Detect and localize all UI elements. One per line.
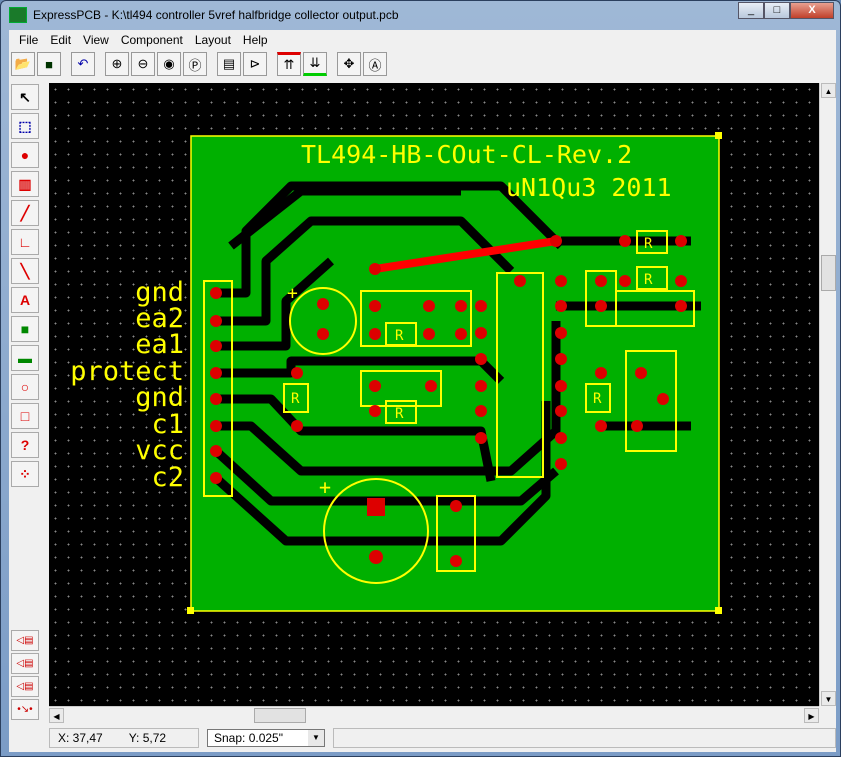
scroll-right-icon[interactable]: ▶: [804, 708, 819, 723]
place-shape-icon[interactable]: ▬: [11, 345, 39, 371]
board-title: TL494-HB-COut-CL-Rev.2: [301, 140, 632, 169]
x-coordinate: X: 37,47: [58, 731, 103, 745]
svg-text:R: R: [593, 391, 602, 407]
layer-toolbar: ◁▤ ◁▤ ◁▤ •↘•: [11, 630, 41, 720]
app-window: ExpressPCB - K:\tl494 controller 5vref h…: [0, 0, 841, 757]
place-line-icon[interactable]: ╲: [11, 258, 39, 284]
place-rect-icon[interactable]: □: [11, 403, 39, 429]
svg-text:R: R: [644, 272, 653, 288]
place-corner-icon[interactable]: ∟: [11, 229, 39, 255]
menu-edit[interactable]: Edit: [44, 33, 77, 47]
place-trace-icon[interactable]: ╱: [11, 200, 39, 226]
svg-text:R: R: [291, 391, 300, 407]
netlist-icon[interactable]: ⁘: [11, 461, 39, 487]
pin-label: c2: [151, 462, 184, 493]
maximize-button[interactable]: □: [764, 2, 790, 19]
layer-silk-icon[interactable]: ◁▤: [11, 676, 39, 697]
menu-help[interactable]: Help: [237, 33, 274, 47]
place-text-icon[interactable]: A: [11, 287, 39, 313]
scroll-up-icon[interactable]: ▲: [821, 83, 836, 98]
left-toolbar: ↖ ⬚ ● ▥ ╱ ∟ ╲ A ■ ▬ ○ □ ? ⁘: [11, 84, 41, 487]
component-icon[interactable]: ⊳: [243, 52, 267, 76]
close-button[interactable]: X: [790, 2, 834, 19]
vertical-scroll-thumb[interactable]: [821, 255, 836, 291]
svg-text:R: R: [395, 328, 404, 344]
svg-text:+: +: [319, 475, 331, 499]
save-icon[interactable]: ■: [37, 52, 61, 76]
svg-text:R: R: [395, 406, 404, 422]
layer-bottom-icon[interactable]: ◁▤: [11, 653, 39, 674]
window-title: ExpressPCB - K:\tl494 controller 5vref h…: [33, 8, 399, 22]
move-text-icon[interactable]: Ⓐ: [363, 52, 387, 76]
svg-text:R: R: [644, 236, 653, 252]
query-icon[interactable]: ?: [11, 432, 39, 458]
snap-dropdown[interactable]: Snap: 0.025" ▼: [207, 729, 325, 747]
zoom-out-icon[interactable]: ⊖: [131, 52, 155, 76]
menu-layout[interactable]: Layout: [189, 33, 237, 47]
menu-component[interactable]: Component: [115, 33, 189, 47]
status-bar: X: 37,47 Y: 5,72 Snap: 0.025" ▼: [49, 727, 836, 749]
move-icon[interactable]: ✥: [337, 52, 361, 76]
chevron-down-icon[interactable]: ▼: [308, 730, 324, 746]
y-coordinate: Y: 5,72: [128, 731, 167, 745]
pcb-drawing: TL494-HB-COut-CL-Rev.2 uN1Qu3 2011 gnd e…: [70, 132, 722, 614]
undo-icon[interactable]: ↶: [71, 52, 95, 76]
layer-top-icon[interactable]: ◁▤: [11, 630, 39, 651]
menu-view[interactable]: View: [77, 33, 115, 47]
zoom-fit-icon[interactable]: ◉: [157, 52, 181, 76]
select-icon[interactable]: ↖: [11, 84, 39, 110]
status-panel: [333, 728, 836, 748]
place-component-icon[interactable]: ▥: [11, 171, 39, 197]
zoom-page-icon[interactable]: Ⓟ: [183, 52, 207, 76]
toolbar: 📂 ■ ↶ ⊕ ⊖ ◉ Ⓟ ▤ ⊳ ⇈ ⇊ ✥ Ⓐ: [11, 52, 387, 78]
properties-icon[interactable]: ▤: [217, 52, 241, 76]
scroll-down-icon[interactable]: ▼: [821, 691, 836, 706]
scroll-left-icon[interactable]: ◀: [49, 708, 64, 723]
snap-value: Snap: 0.025": [214, 731, 283, 745]
app-icon: [9, 7, 27, 23]
place-fill-icon[interactable]: ■: [11, 316, 39, 342]
horizontal-scrollbar[interactable]: ◀ ▶: [49, 706, 819, 723]
svg-text:+: +: [287, 283, 298, 304]
minimize-button[interactable]: _: [738, 2, 764, 19]
zoom-select-icon[interactable]: ⬚: [11, 113, 39, 139]
place-circle-icon[interactable]: ○: [11, 374, 39, 400]
top-layer-icon[interactable]: ⇈: [277, 52, 301, 76]
title-bar: ExpressPCB - K:\tl494 controller 5vref h…: [9, 5, 399, 25]
bottom-layer-icon[interactable]: ⇊: [303, 52, 327, 76]
pcb-canvas[interactable]: TL494-HB-COut-CL-Rev.2 uN1Qu3 2011 gnd e…: [49, 83, 819, 706]
rubberband-icon[interactable]: •↘•: [11, 699, 39, 720]
vertical-scrollbar[interactable]: ▲ ▼: [819, 83, 836, 706]
horizontal-scroll-thumb[interactable]: [254, 708, 306, 723]
menu-bar: File Edit View Component Layout Help: [9, 30, 836, 49]
board-subtitle: uN1Qu3 2011: [506, 173, 672, 202]
place-pad-icon[interactable]: ●: [11, 142, 39, 168]
menu-file[interactable]: File: [13, 33, 44, 47]
open-icon[interactable]: 📂: [11, 52, 35, 76]
client-area: File Edit View Component Layout Help 📂 ■…: [9, 30, 836, 752]
zoom-in-icon[interactable]: ⊕: [105, 52, 129, 76]
